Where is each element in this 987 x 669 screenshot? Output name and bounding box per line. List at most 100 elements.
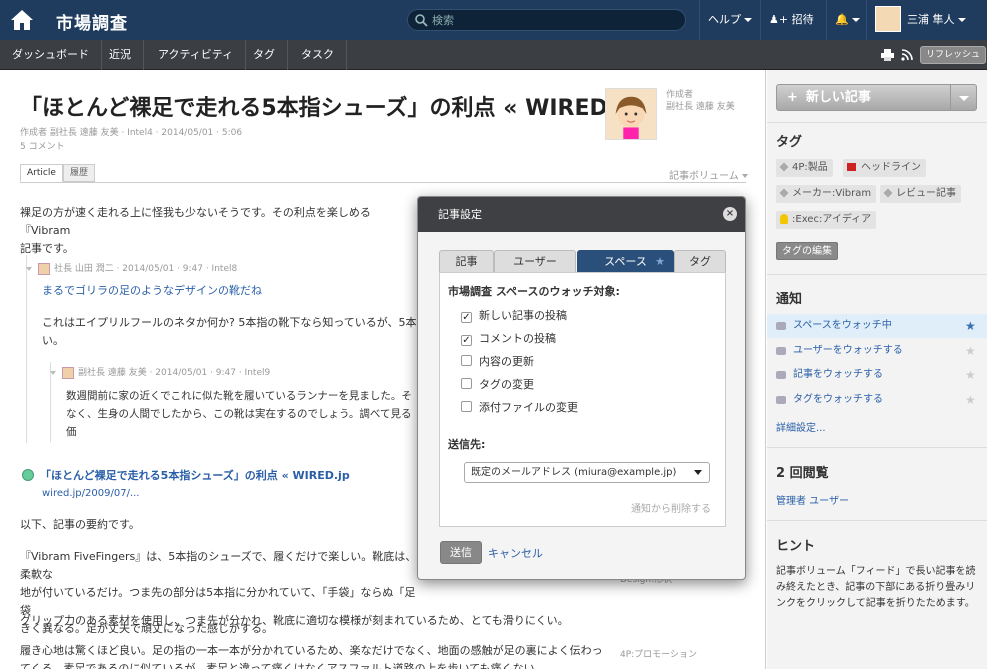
author-avatar[interactable] — [605, 88, 657, 140]
nav-dashboard[interactable]: ダッシュボード — [0, 40, 102, 70]
notify-settings-link[interactable]: 詳細設定... — [776, 419, 826, 434]
tag-edit-button[interactable]: タグの編集 — [776, 242, 838, 260]
comment-title[interactable]: まるでゴリラの足のようなデザインの靴だね — [42, 282, 262, 300]
help-menu[interactable]: ヘルプ — [699, 0, 760, 40]
app-title[interactable]: 市場調査 — [56, 9, 128, 34]
option-attachment[interactable]: 添付ファイルの変更 — [461, 401, 578, 414]
checkbox-checked[interactable]: ✓ — [461, 312, 472, 323]
tag-item[interactable]: :Exec:アイディア — [776, 211, 877, 229]
tags-heading: タグ — [776, 135, 803, 150]
home-icon[interactable] — [10, 9, 34, 31]
star-icon[interactable]: ★ — [965, 314, 976, 338]
side-tag-label[interactable]: 4P:プロモーション — [620, 647, 697, 660]
rss-icon[interactable] — [901, 49, 913, 61]
tab-user[interactable]: ユーザー — [494, 250, 576, 272]
globe-icon — [22, 469, 34, 481]
plus-icon: + — [787, 90, 798, 105]
divider — [767, 122, 987, 123]
new-post-label: 新しい記事 — [805, 90, 871, 105]
tab-post[interactable]: 記事 — [439, 250, 494, 272]
nav-activity[interactable]: アクティビティ — [146, 40, 247, 70]
print-icon[interactable] — [881, 49, 894, 61]
option-tag-change[interactable]: タグの変更 — [461, 378, 534, 391]
chevron-down-icon[interactable] — [959, 96, 969, 101]
tag-item[interactable]: メーカー:Vibram — [776, 185, 877, 203]
comment-line: い。 — [42, 334, 64, 347]
add-user-icon: ♟+ — [769, 13, 789, 26]
help-label: ヘルプ — [708, 13, 741, 26]
comment-meta-text: 副社長 遠藤 友美 · 2014/05/01 · 9:47 · Intel9 — [78, 368, 271, 378]
tag-label: :Exec:アイディア — [792, 214, 872, 225]
author-avatar-image — [615, 96, 647, 139]
dialog-header: 記事設定 — [418, 197, 745, 232]
new-post-main[interactable]: + 新しい記事 — [777, 85, 951, 110]
nav-recent[interactable]: 近況 — [97, 40, 144, 70]
hint-text: 記事ボリューム「フィード」で長い記事を読み終えたとき、記事の下部にある折り畳みリ… — [776, 566, 976, 609]
tag-item[interactable]: レビュー記事 — [880, 185, 961, 203]
tab-tag[interactable]: タグ — [674, 250, 726, 272]
link-title[interactable]: 「ほとんど裸足で走れる5本指シューズ」の利点 « WIRED.jp — [40, 469, 350, 482]
notify-watch-user[interactable]: ユーザーをウォッチする ★ — [767, 339, 987, 363]
para-line: てくる。素足であるのに似ているが、素足と違って痛くはなくアスファルト道路の上を歩… — [20, 662, 535, 669]
author-label: 作成者 — [666, 90, 694, 100]
avatar — [62, 366, 74, 379]
option-comment[interactable]: ✓ コメントの投稿 — [461, 332, 556, 346]
send-to-select[interactable]: 既定のメールアドレス (miura@example.jp) — [464, 462, 710, 483]
send-to-value: 既定のメールアドレス (miura@example.jp) — [471, 467, 677, 478]
option-label: 新しい記事の投稿 — [479, 309, 567, 322]
author-name[interactable]: 副社長 遠藤 友美 — [666, 101, 735, 113]
watch-label: 市場調査 スペースのウォッチ対象: — [448, 285, 620, 298]
viewer-link[interactable]: 管理者 ユーザー — [776, 492, 849, 507]
collapse-icon[interactable] — [26, 266, 32, 271]
option-update[interactable]: 内容の更新 — [461, 355, 534, 368]
collapse-icon[interactable] — [50, 370, 56, 375]
checkbox-checked[interactable]: ✓ — [461, 335, 472, 346]
star-icon[interactable]: ★ — [965, 339, 976, 363]
refresh-button[interactable]: リフレッシュ — [920, 46, 987, 64]
checkbox[interactable] — [461, 401, 472, 412]
search-box[interactable] — [407, 9, 686, 31]
option-new-post[interactable]: ✓ 新しい記事の投稿 — [461, 309, 567, 323]
close-icon[interactable]: × — [723, 207, 737, 221]
nav-tasks[interactable]: タスク — [289, 40, 347, 70]
views-heading: 2 回閲覧 — [776, 466, 829, 481]
user-menu[interactable]: 三浦 隼人 — [866, 0, 987, 40]
article-paragraph: グリップ力のある素材を使用し、つま先が分かれ、靴底に適切な模様が刻まれているため… — [20, 614, 569, 627]
comment-count[interactable]: 5 コメント — [20, 139, 65, 152]
chevron-down-icon — [741, 174, 748, 178]
link-url[interactable]: wired.jp/2009/07/... — [42, 485, 139, 503]
send-to-label: 送信先: — [448, 438, 486, 451]
search-input[interactable] — [432, 12, 677, 28]
cancel-link[interactable]: キャンセル — [488, 545, 543, 561]
notify-watch-space[interactable]: スペースをウォッチ中 ★ — [767, 314, 987, 338]
flag-icon — [847, 163, 856, 171]
notify-watch-tag[interactable]: タグをウォッチする ★ — [767, 388, 987, 412]
checkbox[interactable] — [461, 378, 472, 389]
tab-history[interactable]: 履歴 — [63, 164, 96, 182]
remove-notify-link[interactable]: 通知から削除する — [631, 500, 711, 515]
divider — [767, 447, 987, 448]
tab-article[interactable]: Article — [20, 164, 63, 182]
new-post-button[interactable]: + 新しい記事 — [776, 84, 977, 111]
avatar — [875, 6, 901, 32]
tag-item[interactable]: 4P:製品 — [776, 159, 833, 177]
article-intro: 裸足の方が速く走れる上に怪我も少ないそうです。その利点を楽しめる『Vibram 記… — [20, 204, 420, 258]
article-meta: 作成者 副社長 遠藤 友美 · Intel4 · 2014/05/01 · 5:… — [20, 128, 243, 138]
nav-tags[interactable]: タグ — [241, 40, 288, 70]
notify-label: 記事をウォッチする — [793, 369, 883, 380]
checkbox[interactable] — [461, 355, 472, 366]
send-button[interactable]: 送信 — [440, 541, 482, 564]
invite-button[interactable]: ♟+ 招待 — [760, 0, 822, 40]
notify-heading: 通知 — [776, 292, 803, 307]
notify-watch-post[interactable]: 記事をウォッチする ★ — [767, 363, 987, 387]
divider — [767, 520, 987, 521]
article-volume-menu[interactable]: 記事ボリューム — [669, 167, 748, 182]
star-icon[interactable]: ★ — [965, 363, 976, 387]
notifications-menu[interactable]: 🔔 — [826, 0, 868, 40]
star-icon[interactable]: ★ — [965, 388, 976, 412]
tag-item[interactable]: ヘッドライン — [843, 159, 926, 177]
chevron-down-icon — [851, 18, 860, 22]
tag-icon — [779, 188, 789, 198]
tab-space[interactable]: スペース ★ — [577, 250, 674, 272]
comment-body: これはエイプリルフールのネタか何か? 5本指の靴下なら知っているが、5本 い。 — [42, 314, 420, 350]
